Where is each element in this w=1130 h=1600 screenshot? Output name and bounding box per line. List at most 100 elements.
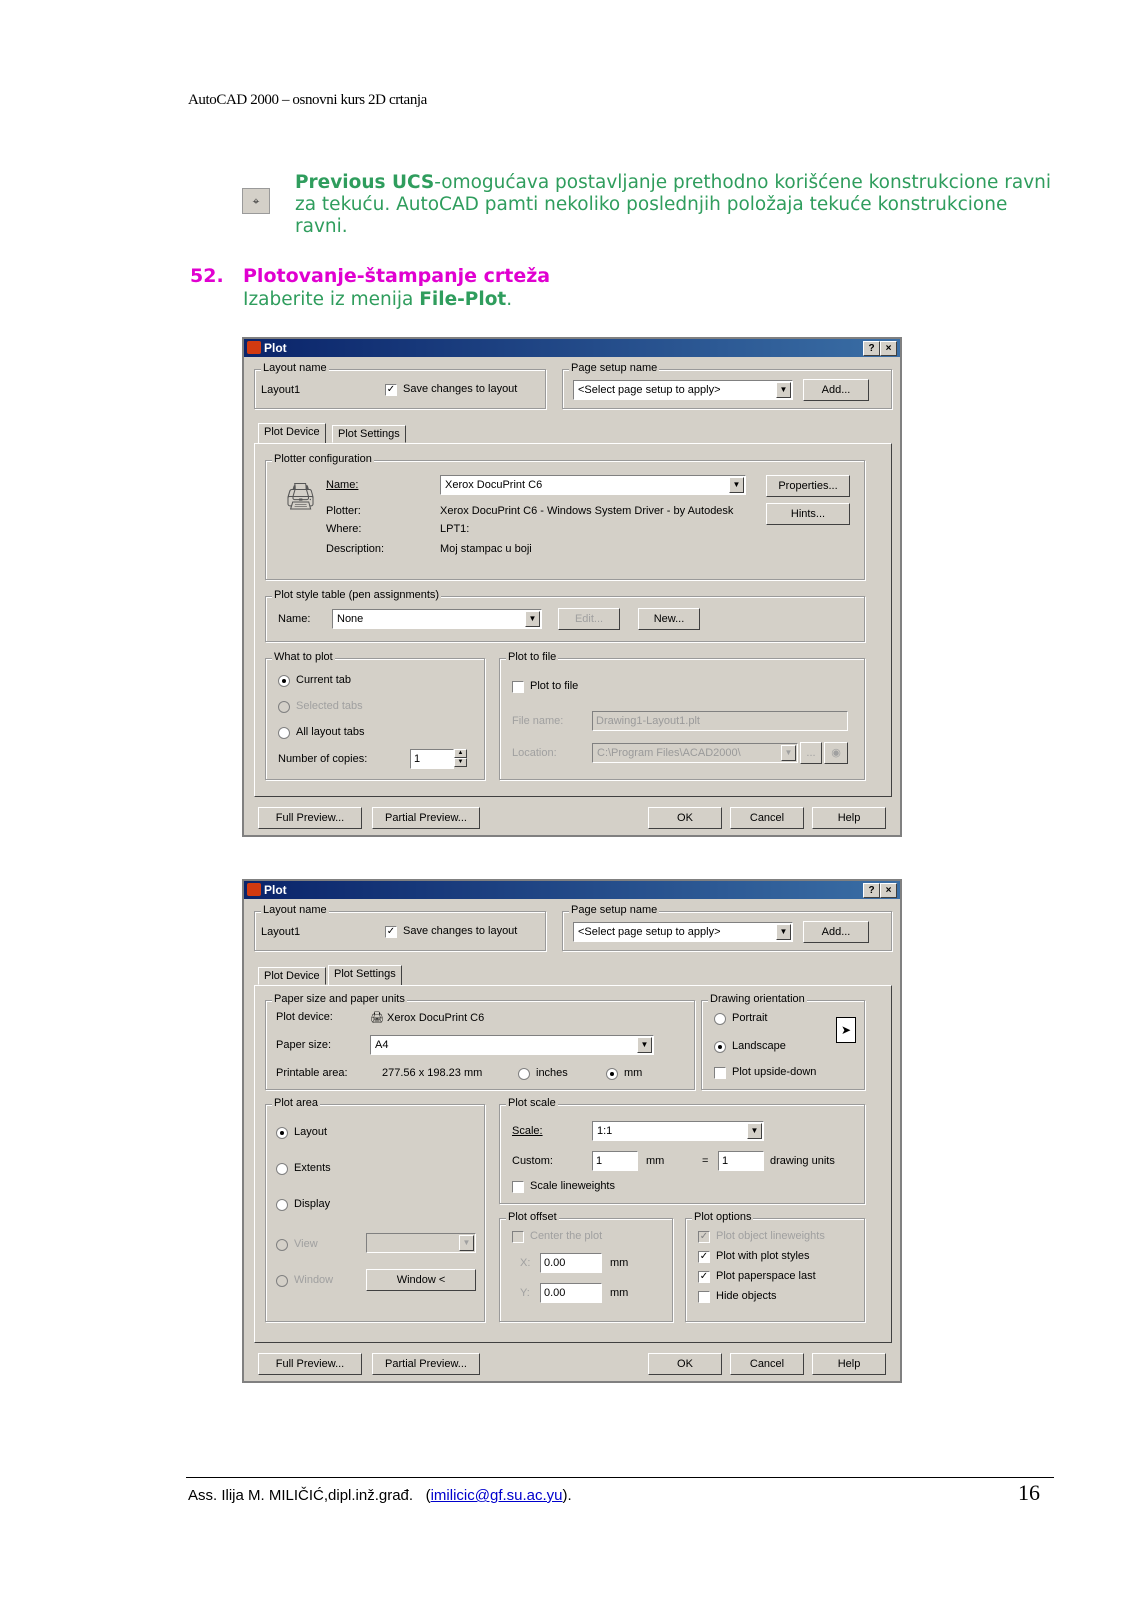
cancel-button[interactable]: Cancel xyxy=(730,807,804,829)
page-setup-group: Page setup name <Select page setup to ap… xyxy=(562,904,892,951)
properties-button[interactable]: Properties... xyxy=(766,475,850,497)
paperspace-last-checkbox[interactable]: ✓ xyxy=(698,1271,710,1283)
tab-plot-device[interactable]: Plot Device xyxy=(258,967,326,985)
footer-rule xyxy=(186,1477,1054,1478)
chevron-down-icon: ▼ xyxy=(747,1123,762,1139)
ok-button[interactable]: OK xyxy=(648,807,722,829)
layout-radio[interactable] xyxy=(276,1127,288,1139)
view-radio[interactable] xyxy=(276,1239,288,1251)
page-setup-select[interactable]: <Select page setup to apply> ▼ xyxy=(573,380,793,400)
view-select[interactable]: ▼ xyxy=(366,1233,476,1253)
hints-button[interactable]: Hints... xyxy=(766,503,850,525)
cancel-button[interactable]: Cancel xyxy=(730,1353,804,1375)
add-button[interactable]: Add... xyxy=(803,921,869,943)
plot-dialog-settings: Plot ? × Layout name Layout1 ✓ Save chan… xyxy=(242,879,902,1383)
help-title-button[interactable]: ? xyxy=(863,883,880,898)
tab-plot-device[interactable]: Plot Device xyxy=(258,423,326,444)
what-to-plot-group: What to plot Current tab Selected tabs A… xyxy=(265,651,485,780)
spin-up-icon[interactable]: ▲ xyxy=(454,749,467,758)
layout-name-legend: Layout name xyxy=(261,904,329,916)
close-title-button[interactable]: × xyxy=(880,341,897,356)
plot-device-label: Plot device: xyxy=(276,1011,333,1023)
plot-lineweights-checkbox[interactable]: ✓ xyxy=(698,1231,710,1243)
spin-down-icon[interactable]: ▼ xyxy=(454,758,467,767)
close-title-button[interactable]: × xyxy=(880,883,897,898)
copies-input[interactable]: 1 xyxy=(410,749,454,769)
ucs-description: Previous UCS-omogućava postavljanje pret… xyxy=(295,172,1055,238)
center-plot-checkbox[interactable] xyxy=(512,1231,524,1243)
selected-tabs-radio[interactable] xyxy=(278,701,290,713)
footer-email-link[interactable]: imilicic@gf.su.ac.yu xyxy=(431,1487,563,1504)
help-title-button[interactable]: ? xyxy=(863,341,880,356)
extents-label: Extents xyxy=(294,1162,331,1174)
full-preview-button[interactable]: Full Preview... xyxy=(258,1353,362,1375)
plot-offset-legend: Plot offset xyxy=(506,1211,559,1223)
drawing-orientation-legend: Drawing orientation xyxy=(708,993,807,1005)
new-style-button[interactable]: New... xyxy=(638,608,700,630)
equals-sign: = xyxy=(702,1155,709,1167)
plot-device-value: 🖨 Xerox DocuPrint C6 xyxy=(370,1011,484,1024)
window-pick-button[interactable]: Window < xyxy=(366,1269,476,1291)
x-offset-input[interactable]: 0.00 xyxy=(540,1253,602,1273)
save-changes-checkbox[interactable]: ✓ xyxy=(385,384,397,396)
plot-styles-checkbox[interactable]: ✓ xyxy=(698,1251,710,1263)
section-number: 52. xyxy=(190,265,224,287)
plot-to-file-checkbox[interactable] xyxy=(512,681,524,693)
landscape-radio[interactable] xyxy=(714,1041,726,1053)
plot-to-file-group: Plot to file Plot to file File name: Dra… xyxy=(499,651,865,780)
hide-objects-label: Hide objects xyxy=(716,1290,777,1302)
intro-period: . xyxy=(506,289,513,310)
full-preview-button[interactable]: Full Preview... xyxy=(258,807,362,829)
display-radio[interactable] xyxy=(276,1199,288,1211)
mm-radio[interactable] xyxy=(606,1068,618,1080)
plotter-config-legend: Plotter configuration xyxy=(272,453,374,465)
window-radio[interactable] xyxy=(276,1275,288,1287)
help-button[interactable]: Help xyxy=(812,1353,886,1375)
center-plot-label: Center the plot xyxy=(530,1230,603,1242)
paper-size-group: Paper size and paper units Plot device: … xyxy=(265,993,695,1090)
plot-style-legend: Plot style table (pen assignments) xyxy=(272,589,442,601)
plot-style-select[interactable]: None ▼ xyxy=(332,609,542,629)
plot-offset-group: Plot offset Center the plot X: 0.00 mm Y… xyxy=(499,1211,673,1322)
tab-plot-settings[interactable]: Plot Settings xyxy=(332,425,406,443)
partial-preview-button[interactable]: Partial Preview... xyxy=(372,807,480,829)
all-layout-tabs-radio[interactable] xyxy=(278,727,290,739)
file-name-input[interactable]: Drawing1-Layout1.plt xyxy=(592,711,848,731)
inches-radio[interactable] xyxy=(518,1068,530,1080)
copies-spinner[interactable]: ▲ ▼ xyxy=(454,749,467,769)
layout-name-value: Layout1 xyxy=(261,384,301,396)
help-button[interactable]: Help xyxy=(812,807,886,829)
current-tab-radio[interactable] xyxy=(278,675,290,687)
page-setup-select[interactable]: <Select page setup to apply> ▼ xyxy=(573,922,793,942)
tab-plot-settings[interactable]: Plot Settings xyxy=(328,965,402,986)
hide-objects-checkbox[interactable] xyxy=(698,1291,710,1303)
custom-units-input[interactable]: 1 xyxy=(718,1151,764,1171)
partial-preview-button[interactable]: Partial Preview... xyxy=(372,1353,480,1375)
custom-mm-input[interactable]: 1 xyxy=(592,1151,638,1171)
browse-folder-icon[interactable]: ◉ xyxy=(824,742,848,764)
edit-style-button[interactable]: Edit... xyxy=(558,608,620,630)
browse-button[interactable]: ... xyxy=(800,742,822,764)
mm-label: mm xyxy=(624,1067,643,1079)
y-offset-input[interactable]: 0.00 xyxy=(540,1283,602,1303)
ok-button[interactable]: OK xyxy=(648,1353,722,1375)
portrait-radio[interactable] xyxy=(714,1013,726,1025)
page-setup-value: <Select page setup to apply> xyxy=(578,384,721,396)
footer-close: ). xyxy=(562,1487,572,1504)
plotter-name-select[interactable]: Xerox DocuPrint C6 ▼ xyxy=(440,475,746,495)
upside-down-checkbox[interactable] xyxy=(714,1067,726,1079)
extents-radio[interactable] xyxy=(276,1163,288,1175)
scale-lineweights-checkbox[interactable] xyxy=(512,1181,524,1193)
paper-size-select[interactable]: A4 ▼ xyxy=(370,1035,654,1055)
dialog-titlebar: Plot ? × xyxy=(244,881,900,899)
portrait-label: Portrait xyxy=(732,1012,768,1024)
add-button[interactable]: Add... xyxy=(803,379,869,401)
save-changes-checkbox[interactable]: ✓ xyxy=(385,926,397,938)
layout-name-group: Layout name Layout1 ✓ Save changes to la… xyxy=(254,362,546,409)
location-select[interactable]: C:\Program Files\ACAD2000\ ▼ xyxy=(592,743,798,763)
y-offset-unit: mm xyxy=(610,1287,629,1299)
layout-label: Layout xyxy=(294,1126,328,1138)
scale-select[interactable]: 1:1 ▼ xyxy=(592,1121,764,1141)
plot-styles-label: Plot with plot styles xyxy=(716,1250,810,1262)
window-label: Window xyxy=(294,1274,334,1286)
